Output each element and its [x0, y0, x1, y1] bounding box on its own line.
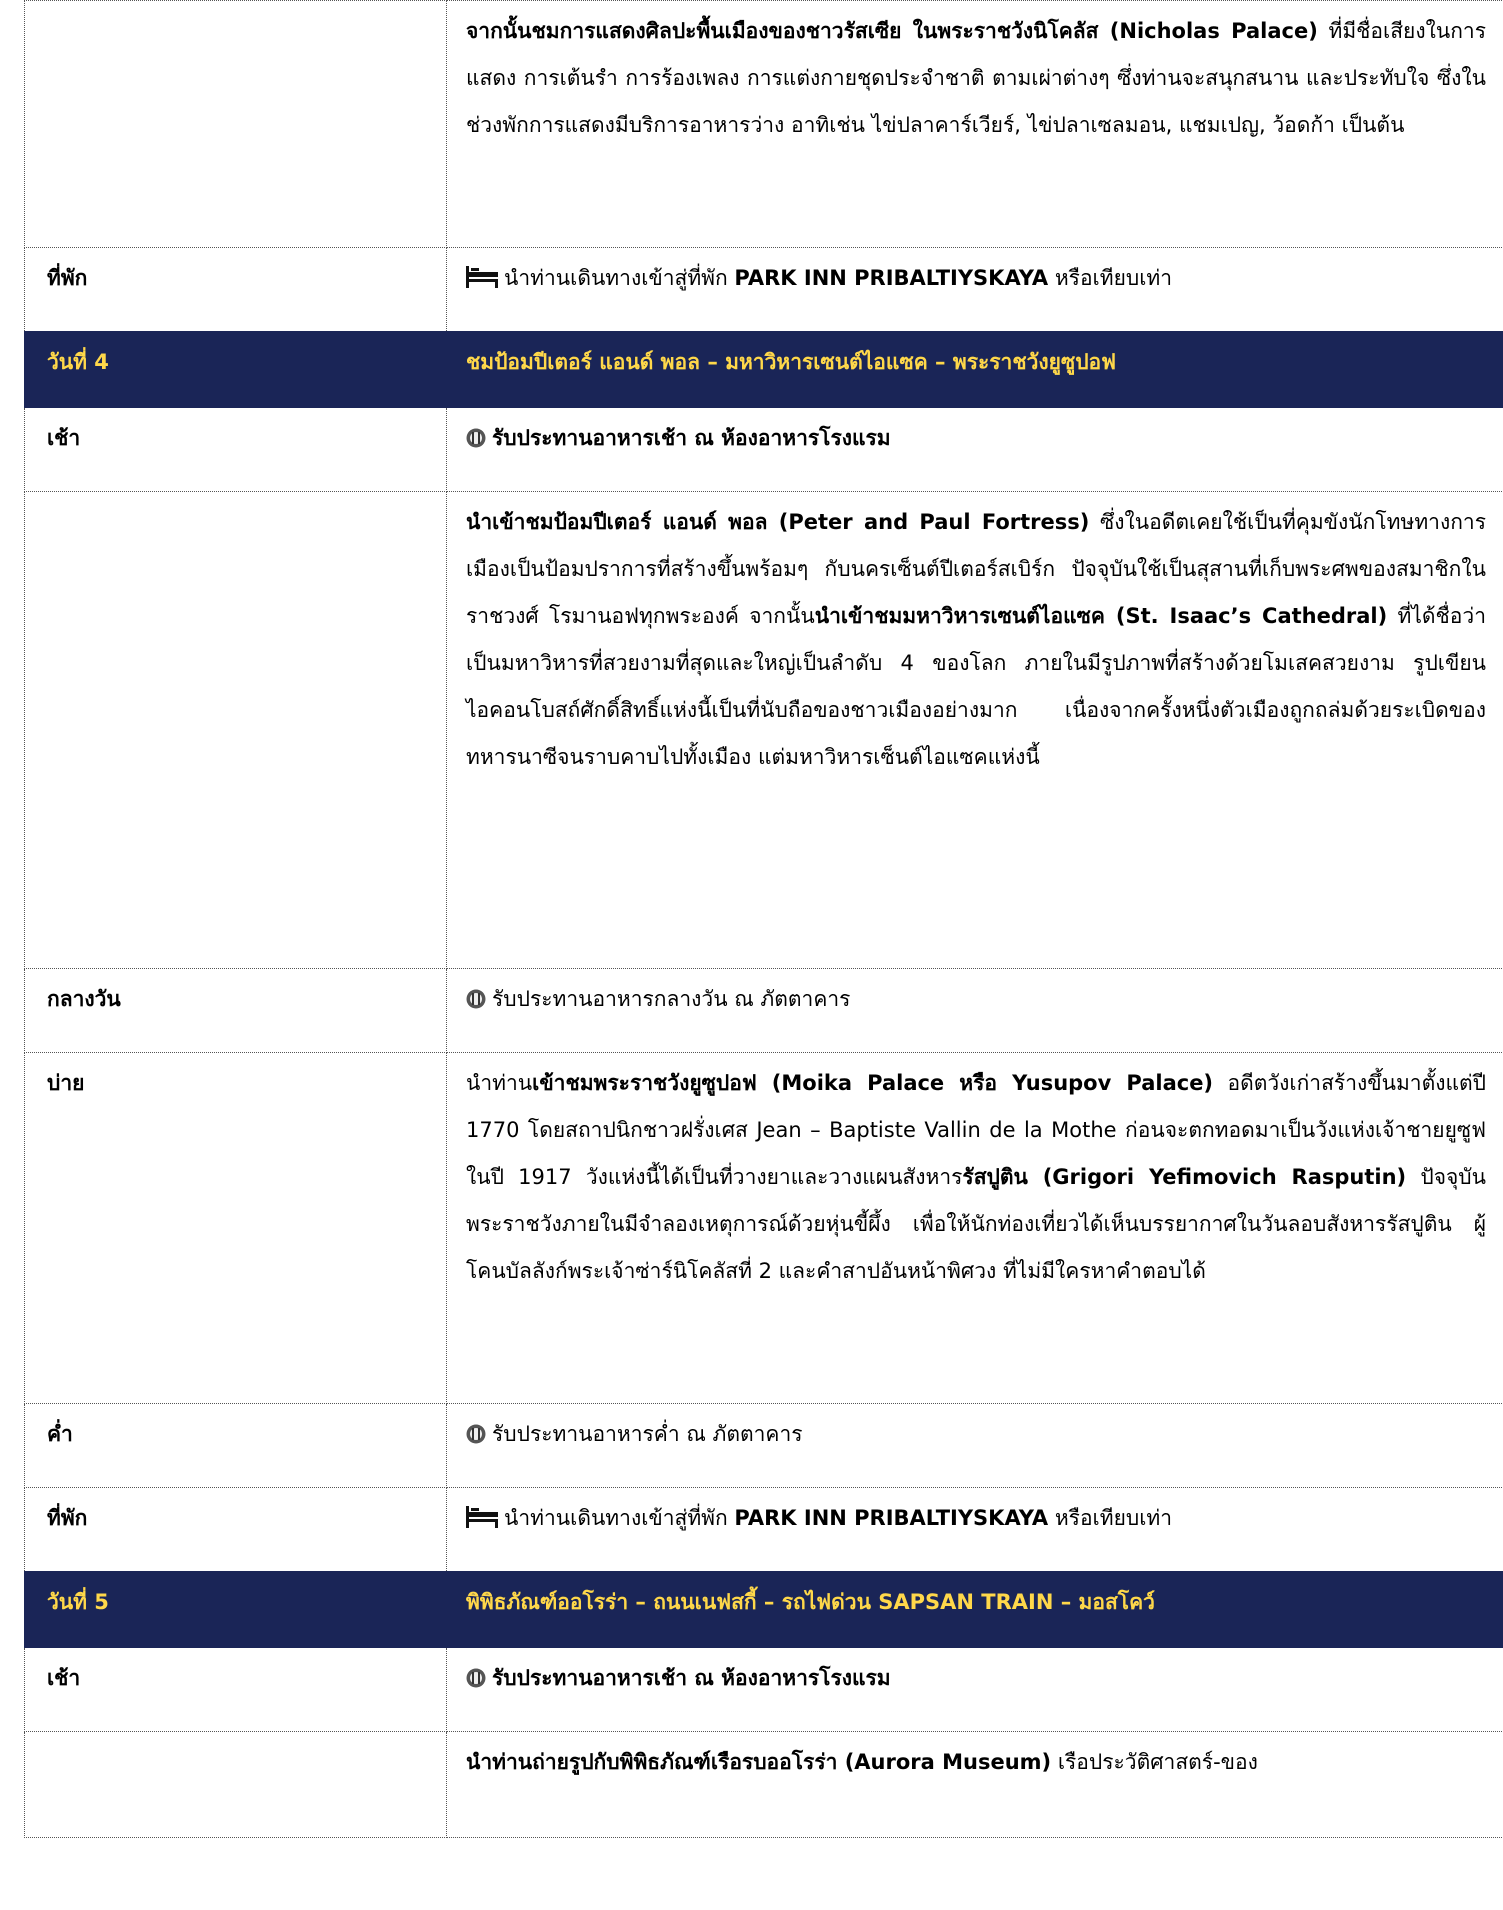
meal-icon: [466, 1668, 486, 1688]
row-content: รับประทานอาหารเช้า ณ ห้องอาหารโรงแรม: [446, 1647, 1503, 1732]
row-label: เช้า: [24, 407, 447, 492]
meal-text: รับประทานอาหารค่ำ ณ ภัตตาคาร: [492, 1422, 803, 1446]
row-label: ที่พัก: [24, 1487, 447, 1572]
hotel-post: หรือเทียบเท่า: [1048, 266, 1173, 290]
table-row: จากนั้นชมการแสดงศิลปะพื้นเมืองของชาวรัสเ…: [24, 0, 1503, 248]
table-row: นำท่านถ่ายรูปกับพิพิธภัณฑ์เรือรบออโรร่า …: [24, 1731, 1503, 1838]
hotel-name: PARK INN PRIBALTIYSKAYA: [734, 1506, 1049, 1530]
row-content: นำเข้าชมป้อมปีเตอร์ แอนด์ พอล (Peter and…: [446, 491, 1503, 969]
palace-title: เข้าชมพระราชวังยูซูปอฟ (Moika Palace หรื…: [532, 1071, 1214, 1095]
table-row: ค่ำ รับประทานอาหารค่ำ ณ ภัตตาคาร: [24, 1403, 1503, 1488]
meal-text: รับประทานอาหารกลางวัน ณ ภัตตาคาร: [492, 987, 851, 1011]
row-label: ค่ำ: [24, 1403, 447, 1488]
hotel-post: หรือเทียบเท่า: [1048, 1506, 1173, 1530]
hotel-pre: นำท่านเดินทางเข้าสู่ที่พัก: [504, 1506, 735, 1530]
day-header-row: วันที่ 5 พิพิธภัณฑ์ออโรร่า – ถนนเนฟสกี้ …: [24, 1571, 1503, 1648]
table-row: เช้า รับประทานอาหารเช้า ณ ห้องอาหารโรงแร…: [24, 407, 1503, 492]
day-title: พิพิธภัณฑ์ออโรร่า – ถนนเนฟสกี้ – รถไฟด่ว…: [446, 1571, 1503, 1648]
bed-icon: [466, 1506, 498, 1528]
meal-text: รับประทานอาหารเช้า ณ ห้องอาหารโรงแรม: [492, 426, 891, 450]
day-header-row: วันที่ 4 ชมป้อมปีเตอร์ แอนด์ พอล – มหาวิ…: [24, 331, 1503, 408]
show-title: จากนั้นชมการแสดงศิลปะพื้นเมืองของชาวรัสเ…: [466, 19, 1318, 43]
row-label: [24, 0, 447, 248]
hotel-name: PARK INN PRIBALTIYSKAYA: [734, 266, 1049, 290]
table-row: บ่าย นำท่านเข้าชมพระราชวังยูซูปอฟ (Moika…: [24, 1052, 1503, 1404]
row-label: [24, 491, 447, 969]
row-label: กลางวัน: [24, 968, 447, 1053]
table-row: กลางวัน รับประทานอาหารกลางวัน ณ ภัตตาคาร: [24, 968, 1503, 1053]
row-label: บ่าย: [24, 1052, 447, 1404]
row-content: จากนั้นชมการแสดงศิลปะพื้นเมืองของชาวรัสเ…: [446, 0, 1503, 248]
table-row: ที่พัก นำท่านเดินทางเข้าสู่ที่พัก PARK I…: [24, 247, 1503, 332]
aurora-text: เรือประวัติศาสตร์-ของ: [1051, 1750, 1258, 1774]
day-title: ชมป้อมปีเตอร์ แอนด์ พอล – มหาวิหารเซนต์ไ…: [446, 331, 1503, 408]
row-content: รับประทานอาหารกลางวัน ณ ภัตตาคาร: [446, 968, 1503, 1053]
row-label: เช้า: [24, 1647, 447, 1732]
row-content: นำท่านถ่ายรูปกับพิพิธภัณฑ์เรือรบออโรร่า …: [446, 1731, 1503, 1838]
row-label: [24, 1731, 447, 1838]
row-content: นำท่านเดินทางเข้าสู่ที่พัก PARK INN PRIB…: [446, 1487, 1503, 1572]
row-content: นำท่านเข้าชมพระราชวังยูซูปอฟ (Moika Pala…: [446, 1052, 1503, 1404]
meal-icon: [466, 428, 486, 448]
row-label: ที่พัก: [24, 247, 447, 332]
meal-icon: [466, 1424, 486, 1444]
row-content: รับประทานอาหารค่ำ ณ ภัตตาคาร: [446, 1403, 1503, 1488]
rasputin-name: รัสปูติน (Grigori Yefimovich Rasputin): [962, 1165, 1407, 1189]
meal-text: รับประทานอาหารเช้า ณ ห้องอาหารโรงแรม: [492, 1666, 891, 1690]
day-label: วันที่ 4: [24, 331, 447, 408]
row-content: รับประทานอาหารเช้า ณ ห้องอาหารโรงแรม: [446, 407, 1503, 492]
fortress-title: นำเข้าชมป้อมปีเตอร์ แอนด์ พอล (Peter and…: [466, 510, 1090, 534]
row-content: นำท่านเดินทางเข้าสู่ที่พัก PARK INN PRIB…: [446, 247, 1503, 332]
palace-pre: นำท่าน: [466, 1071, 533, 1095]
cathedral-text: ที่ได้ชื่อว่าเป็นมหาวิหารที่สวยงามที่สุด…: [466, 604, 1487, 769]
itinerary-table: จากนั้นชมการแสดงศิลปะพื้นเมืองของชาวรัสเ…: [24, 0, 1503, 1838]
meal-icon: [466, 989, 486, 1009]
table-row: ที่พัก นำท่านเดินทางเข้าสู่ที่พัก PARK I…: [24, 1487, 1503, 1572]
aurora-title: นำท่านถ่ายรูปกับพิพิธภัณฑ์เรือรบออโรร่า …: [466, 1750, 1052, 1774]
bed-icon: [466, 266, 498, 288]
day-label: วันที่ 5: [24, 1571, 447, 1648]
cathedral-title: นำเข้าชมมหาวิหารเซนต์ไอแซค (St. Isaac’s …: [814, 604, 1388, 628]
table-row: นำเข้าชมป้อมปีเตอร์ แอนด์ พอล (Peter and…: [24, 491, 1503, 969]
hotel-pre: นำท่านเดินทางเข้าสู่ที่พัก: [504, 266, 735, 290]
table-row: เช้า รับประทานอาหารเช้า ณ ห้องอาหารโรงแร…: [24, 1647, 1503, 1732]
